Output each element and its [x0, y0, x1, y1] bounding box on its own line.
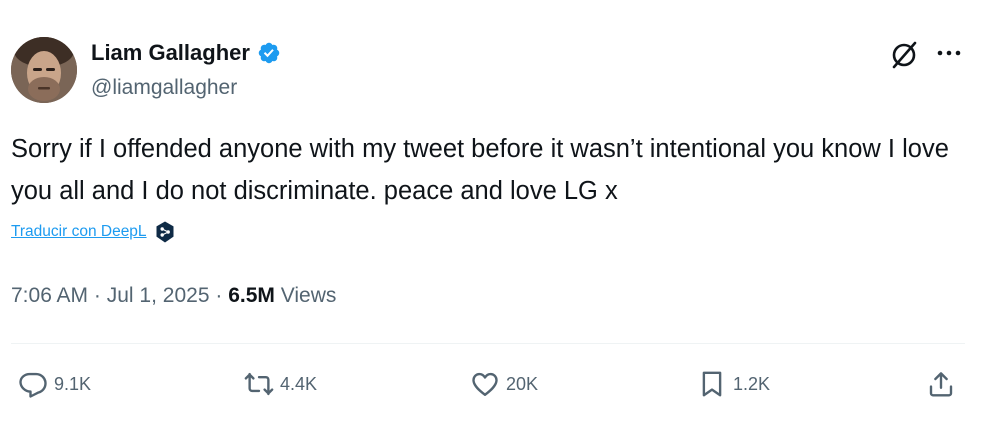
views-count: 6.5M [228, 284, 275, 307]
bookmark-count: 1.2K [733, 373, 771, 394]
repost-button[interactable]: 4.4K [244, 369, 317, 399]
translate-row: Traducir con DeepL [11, 220, 176, 244]
author-name-row[interactable]: Liam Gallagher [91, 40, 281, 66]
avatar-image [11, 37, 77, 103]
meta-separator: · [215, 284, 223, 307]
share-icon [929, 372, 953, 397]
translate-link[interactable]: Traducir con DeepL [11, 223, 147, 241]
author-handle[interactable]: @liamgallagher [91, 76, 237, 100]
reply-button[interactable]: 9.1K [18, 369, 91, 399]
tweet-text: Sorry if I offended anyone with my tweet… [11, 135, 949, 205]
reply-count: 9.1K [54, 373, 92, 394]
bookmark-button[interactable]: 1.2K [697, 369, 770, 399]
tweet-date[interactable]: Jul 1, 2025 [107, 284, 210, 307]
more-options-icon[interactable] [933, 42, 965, 64]
deepl-icon[interactable] [154, 220, 176, 244]
author-display-name[interactable]: Liam Gallagher [91, 40, 250, 66]
grok-icon[interactable] [889, 40, 919, 70]
share-button[interactable] [926, 369, 956, 399]
views-label: Views [280, 284, 337, 307]
tweet-time[interactable]: 7:06 AM [11, 284, 88, 307]
divider [11, 343, 965, 344]
meta-separator: · [93, 284, 101, 307]
like-icon [472, 372, 498, 396]
verified-badge-icon[interactable] [257, 41, 281, 65]
avatar[interactable] [11, 37, 77, 103]
tweet-meta: 7:06 AM · Jul 1, 2025 · 6.5M Views [11, 284, 336, 308]
reply-icon [19, 372, 47, 398]
repost-icon [244, 372, 274, 396]
repost-count: 4.4K [280, 373, 318, 394]
like-count: 20K [506, 373, 539, 394]
like-button[interactable]: 20K [470, 369, 538, 399]
bookmark-icon [702, 371, 722, 397]
